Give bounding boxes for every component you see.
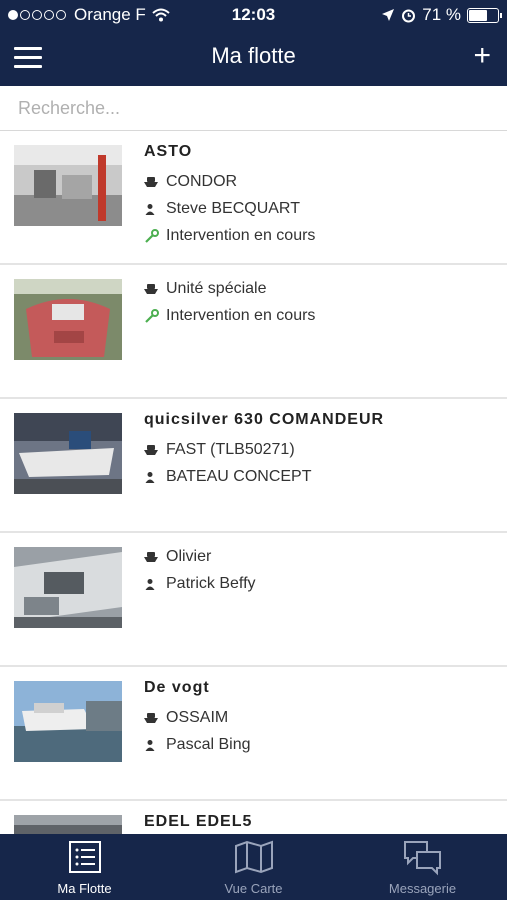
boat-icon [144, 281, 162, 297]
boat-name: quicsilver 630 COMANDEUR [144, 411, 385, 428]
boat-name: De vogt [144, 679, 210, 696]
status-line: Intervention en cours [144, 302, 499, 329]
boat-model-line: Olivier [144, 543, 499, 570]
tab-vue-carte[interactable]: Vue Carte [169, 834, 338, 900]
boat-model-line: CONDOR [144, 168, 499, 195]
status-right: 71 % [381, 5, 502, 25]
search-input[interactable] [16, 87, 500, 129]
item-info: Olivier Patrick Beffy [144, 543, 499, 597]
battery-percent: 71 % [422, 5, 461, 24]
wrench-icon [144, 228, 162, 244]
boat-name: EDEL EDEL5 [144, 813, 253, 830]
list-item[interactable]: De vogt OSSAIM Pascal Bing [0, 667, 507, 801]
add-button[interactable]: + [473, 41, 491, 71]
status-line: Intervention en cours [144, 222, 499, 249]
battery-fill [469, 9, 487, 21]
owner-line: Patrick Beffy [144, 570, 499, 597]
boat-model-line: FAST (TLB50271) [144, 436, 499, 463]
alarm-icon [402, 9, 416, 22]
status-bar: Orange F 12:03 71 % [0, 0, 507, 30]
tab-label: Vue Carte [224, 881, 283, 896]
item-info: De vogt OSSAIM Pascal Bing [144, 677, 499, 758]
item-info: quicsilver 630 COMANDEUR FAST (TLB50271)… [144, 409, 499, 490]
list-item[interactable]: EDEL EDEL5 [0, 801, 507, 834]
owner-line: BATEAU CONCEPT [144, 463, 499, 490]
boat-model-line: OSSAIM [144, 704, 499, 731]
tab-bar: Ma Flotte Vue Carte Messagerie [0, 834, 507, 900]
boat-photo [14, 279, 122, 360]
boat-icon [144, 174, 162, 190]
person-icon [144, 576, 162, 592]
boat-photo [14, 145, 122, 226]
person-icon [144, 737, 162, 753]
boat-model: OSSAIM [166, 708, 229, 726]
owner-line: Pascal Bing [144, 731, 499, 758]
boat-icon [144, 710, 162, 726]
boat-photo [14, 681, 122, 762]
intervention-status: Intervention en cours [166, 306, 316, 324]
fleet-list: ASTO CONDOR Steve BECQUART Intervention … [0, 131, 507, 834]
intervention-status: Intervention en cours [166, 226, 316, 244]
map-icon [234, 840, 273, 874]
owner-name: Patrick Beffy [166, 574, 256, 592]
person-icon [144, 469, 162, 485]
tab-messagerie[interactable]: Messagerie [338, 834, 507, 900]
location-arrow-icon [382, 9, 395, 21]
owner-line: Steve BECQUART [144, 195, 499, 222]
boat-photo [14, 413, 122, 494]
wrench-icon [144, 308, 162, 324]
search-bar [0, 86, 507, 131]
page-title: Ma flotte [211, 43, 296, 68]
boat-icon [144, 549, 162, 565]
boat-model: Olivier [166, 547, 212, 565]
list-item[interactable]: ASTO CONDOR Steve BECQUART Intervention … [0, 131, 507, 265]
tab-label: Messagerie [388, 881, 457, 896]
owner-name: BATEAU CONCEPT [166, 467, 312, 485]
boat-model-line: Unité spéciale [144, 275, 499, 302]
list-item[interactable]: Olivier Patrick Beffy [0, 533, 507, 667]
owner-name: Steve BECQUART [166, 199, 300, 217]
chat-icon [403, 841, 441, 876]
tab-ma-flotte[interactable]: Ma Flotte [0, 834, 169, 900]
list-icon [68, 841, 101, 873]
boat-model: FAST (TLB50271) [166, 440, 295, 458]
list-item[interactable]: quicsilver 630 COMANDEUR FAST (TLB50271)… [0, 399, 507, 533]
person-icon [144, 201, 162, 217]
battery-icon [467, 7, 502, 23]
item-info: ASTO CONDOR Steve BECQUART Intervention … [144, 141, 499, 249]
tab-label: Ma Flotte [57, 881, 112, 896]
boat-photo [14, 547, 122, 628]
item-info: EDEL EDEL5 [144, 811, 499, 834]
boat-photo [14, 815, 122, 834]
boat-model: CONDOR [166, 172, 238, 190]
boat-model: Unité spéciale [166, 279, 267, 297]
item-info: Unité spéciale Intervention en cours [144, 275, 499, 329]
boat-icon [144, 442, 162, 458]
navigation-bar: Ma flotte + [0, 30, 507, 86]
list-item[interactable]: Unité spéciale Intervention en cours [0, 265, 507, 399]
boat-name: ASTO [144, 143, 193, 160]
owner-name: Pascal Bing [166, 735, 251, 753]
